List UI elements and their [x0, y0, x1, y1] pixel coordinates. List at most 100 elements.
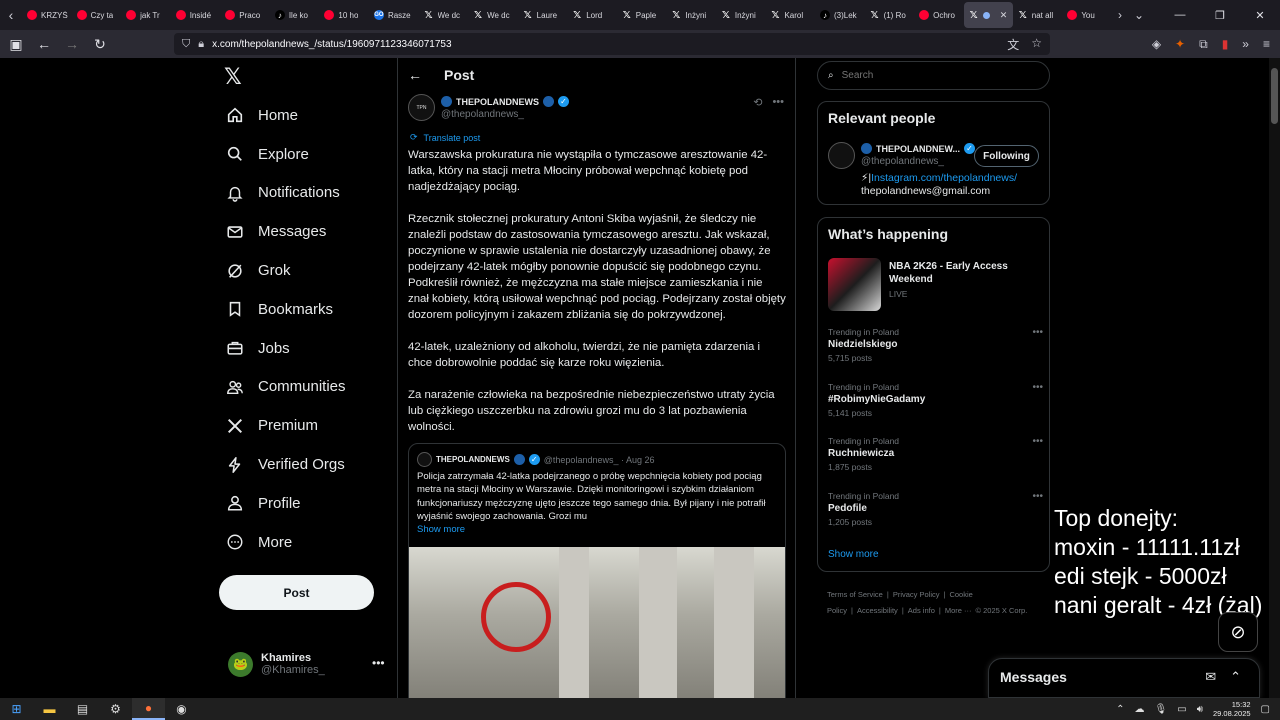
- sidebar-item-verified-orgs[interactable]: Verified Orgs: [226, 445, 346, 484]
- show-more-link[interactable]: Show more: [417, 524, 465, 535]
- trend-item[interactable]: Trending in Poland Niedzielskiego 5,715 po…: [828, 327, 1043, 363]
- trend-item[interactable]: Trending in Poland Ruchniewicza 1,875 post…: [828, 436, 1043, 472]
- browser-tab[interactable]: ♪ (3)Lek: [815, 2, 865, 28]
- person-avatar[interactable]: [828, 142, 855, 169]
- browser-tab[interactable]: Czy ta: [72, 2, 122, 28]
- sidebar-item-more[interactable]: More: [226, 523, 346, 562]
- footer-link[interactable]: Accessibility: [857, 606, 898, 615]
- browser-tab[interactable]: GO Rasze: [369, 2, 419, 28]
- page-scrollbar[interactable]: [1269, 58, 1280, 698]
- browser-tab[interactable]: Ochro: [914, 2, 964, 28]
- featured-trend[interactable]: NBA 2K26 - Early Access Weekend LIVE: [828, 258, 1043, 313]
- cloud-icon[interactable]: ☁: [1135, 704, 1145, 715]
- browser-tab[interactable]: 𝕏 Lord: [567, 2, 617, 28]
- search-box[interactable]: ⌕: [817, 61, 1050, 90]
- overflow-menu-icon[interactable]: »: [1242, 37, 1249, 51]
- volume-icon[interactable]: 🔊︎: [1197, 704, 1203, 715]
- quoted-post-image[interactable]: [409, 547, 785, 698]
- footer-link[interactable]: Ads info: [908, 606, 935, 615]
- more-dots-icon[interactable]: •••: [1032, 327, 1043, 338]
- tab-scroll-left-icon[interactable]: ‹: [0, 0, 22, 30]
- following-button[interactable]: Following: [974, 145, 1039, 167]
- back-button[interactable]: ←: [32, 32, 56, 56]
- extension-badge-icon[interactable]: ▮: [1222, 37, 1229, 51]
- author-name[interactable]: THEPOLANDNEWS: [456, 97, 539, 107]
- url-text[interactable]: x.com/thepolandnews_/status/196097112334…: [212, 39, 451, 50]
- translate-label[interactable]: Translate post: [424, 133, 481, 143]
- hamburger-menu-icon[interactable]: ≡: [1263, 37, 1270, 51]
- trend-item[interactable]: Trending in Poland Pedofile 1,205 posts •••: [828, 491, 1043, 527]
- bio-link[interactable]: Instagram.com/thepolandnews/: [871, 172, 1017, 184]
- browser-tab[interactable]: 𝕏 We dc: [419, 2, 469, 28]
- expand-chevron-icon[interactable]: ⌃: [1230, 669, 1241, 685]
- file-explorer-icon[interactable]: ▬: [33, 698, 66, 720]
- person-name[interactable]: THEPOLANDNEW...: [876, 144, 960, 154]
- bookmark-star-icon[interactable]: ☆: [1031, 36, 1042, 53]
- restore-button[interactable]: ❐: [1200, 0, 1240, 30]
- browser-tab[interactable]: 10 ho: [319, 2, 369, 28]
- sidebar-item-premium[interactable]: Premium: [226, 406, 346, 445]
- firefox-icon[interactable]: ●: [132, 698, 165, 720]
- browser-tab[interactable]: 𝕏 We dc: [468, 2, 518, 28]
- sidebar-item-profile[interactable]: Profile: [226, 484, 346, 523]
- author-handle[interactable]: @thepolandnews_: [441, 109, 524, 120]
- quoted-post[interactable]: THEPOLANDNEWS ✓ @thepolandnews_ · Aug 26…: [408, 443, 786, 698]
- person-name-row[interactable]: THEPOLANDNEW... ✓: [861, 143, 976, 154]
- sidebar-toggle-icon[interactable]: ▣: [4, 32, 28, 56]
- account-switcher[interactable]: 🐸 Khamires @Khamires_ •••: [228, 648, 388, 680]
- browser-tab[interactable]: 𝕏 Paple: [617, 2, 667, 28]
- sidebar-item-messages[interactable]: Messages: [226, 212, 346, 251]
- lock-icon[interactable]: 🔒︎: [198, 38, 204, 51]
- more-dots-icon[interactable]: •••: [372, 656, 385, 670]
- sidebar-item-grok[interactable]: Grok: [226, 251, 346, 290]
- footer-link[interactable]: Privacy Policy: [893, 590, 940, 599]
- new-message-icon[interactable]: ✉: [1205, 669, 1216, 685]
- author-avatar[interactable]: TPN: [408, 94, 435, 121]
- more-dots-icon[interactable]: •••: [772, 96, 784, 109]
- search-input[interactable]: [841, 70, 1022, 81]
- messages-drawer[interactable]: Messages ✉ ⌃: [988, 658, 1260, 698]
- browser-tab[interactable]: 𝕏 Karol: [765, 2, 815, 28]
- author-name-row[interactable]: THEPOLANDNEWS ✓: [441, 96, 569, 107]
- translate-post-link[interactable]: ⟳ Translate post: [410, 132, 480, 143]
- steam-icon[interactable]: ⚙: [99, 698, 132, 720]
- minimize-button[interactable]: —: [1160, 0, 1200, 30]
- close-tab-icon[interactable]: ✕: [1000, 10, 1008, 21]
- browser-tab[interactable]: 𝕏 Inżyni: [666, 2, 716, 28]
- footer-link[interactable]: Terms of Service: [827, 590, 883, 599]
- browser-tab[interactable]: jak Tr: [121, 2, 171, 28]
- browser-tab[interactable]: 𝕏 (1) Ro: [865, 2, 915, 28]
- sidebar-item-explore[interactable]: Explore: [226, 135, 346, 174]
- footer-link[interactable]: More ···: [945, 606, 972, 615]
- post-button[interactable]: Post: [219, 575, 374, 610]
- system-clock[interactable]: 15:32 29.08.2025: [1213, 700, 1251, 718]
- browser-tab[interactable]: 𝕏nat all: [1013, 2, 1063, 28]
- tab-list-dropdown-icon[interactable]: ⌄: [1134, 8, 1144, 22]
- sidebar-item-bookmarks[interactable]: Bookmarks: [226, 290, 346, 329]
- obs-icon[interactable]: ◉: [165, 698, 198, 720]
- sidebar-item-jobs[interactable]: Jobs: [226, 329, 346, 368]
- sidebar-item-home[interactable]: Home: [226, 96, 346, 135]
- grok-explain-icon[interactable]: ⟲: [753, 96, 762, 109]
- scrollbar-thumb[interactable]: [1271, 68, 1278, 124]
- notifications-icon[interactable]: ▢: [1261, 704, 1270, 715]
- browser-tab[interactable]: 𝕏 Laure: [518, 2, 568, 28]
- tray-overflow-icon[interactable]: ⌃: [1116, 704, 1124, 715]
- sidebar-item-notifications[interactable]: Notifications: [226, 174, 346, 213]
- address-bar[interactable]: ⛉ 🔒︎ x.com/thepolandnews_/status/1960971…: [174, 33, 1050, 55]
- show-more-link[interactable]: Show more: [828, 549, 879, 560]
- extensions-puzzle-icon[interactable]: ⧉: [1199, 37, 1208, 52]
- trend-item[interactable]: Trending in Poland #RobimyNieGadamy 5,141 …: [828, 382, 1043, 418]
- forward-button[interactable]: →: [60, 32, 84, 56]
- grok-floating-button[interactable]: ⊘: [1218, 612, 1258, 652]
- microphone-icon[interactable]: 🎙︎: [1155, 704, 1168, 715]
- browser-tab[interactable]: ♪ Ile ko: [270, 2, 320, 28]
- windows-start-icon[interactable]: ⊞: [0, 698, 33, 720]
- reload-button[interactable]: ↻: [88, 32, 112, 56]
- browser-tab[interactable]: Insidé: [171, 2, 221, 28]
- avatar[interactable]: 🐸: [228, 651, 253, 677]
- extension-shield-icon[interactable]: ◈: [1152, 37, 1161, 51]
- browser-tab[interactable]: You: [1062, 2, 1112, 28]
- translate-icon[interactable]: 文: [1007, 36, 1019, 53]
- x-logo-icon[interactable]: 𝕏: [224, 64, 242, 90]
